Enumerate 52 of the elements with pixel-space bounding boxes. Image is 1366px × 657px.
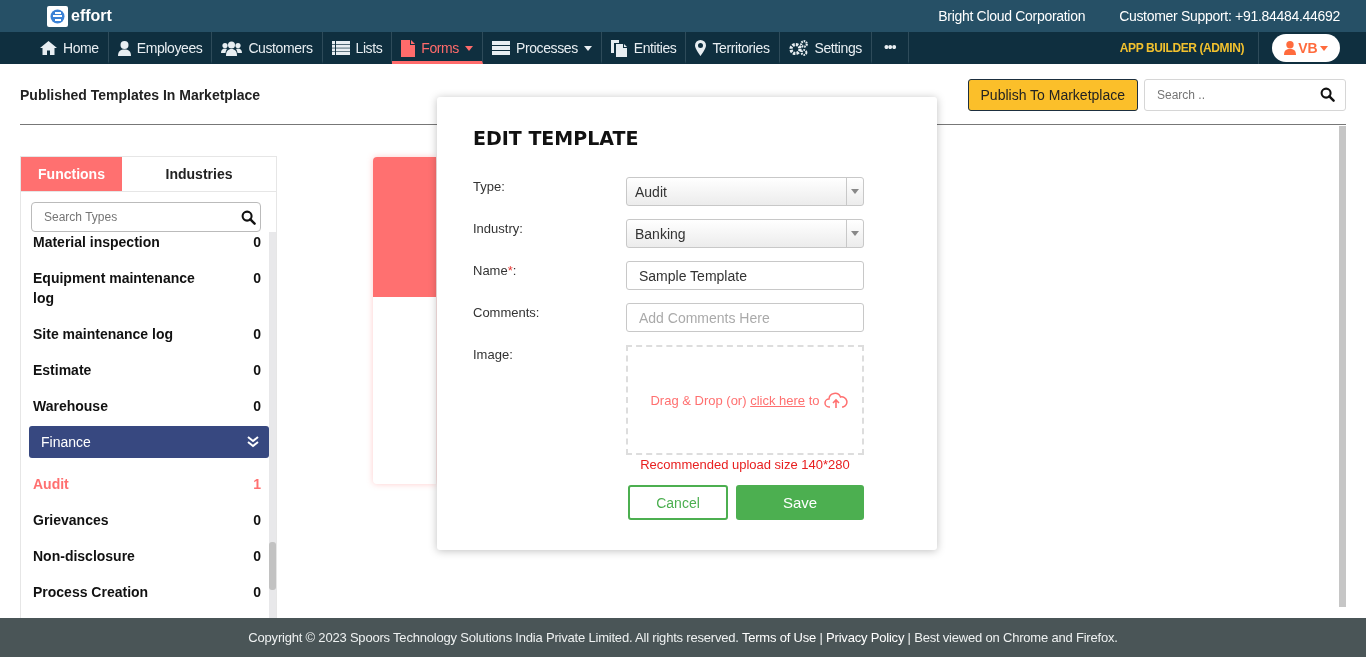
search-field[interactable]: Search Types bbox=[31, 202, 261, 232]
type-item[interactable]: Grievances 0 bbox=[29, 510, 269, 530]
footer-link[interactable]: Terms of Use bbox=[741, 630, 817, 645]
template-card[interactable] bbox=[373, 157, 436, 484]
app-name: effort bbox=[71, 7, 112, 25]
copyright-text: Copyright © 2023 Spoors Technology Solutions India Private Limited. All rights reserved. Terms of Use | Privacy Policy | Best viewed on Chrome and Firefox. bbox=[248, 630, 1118, 645]
home-icon bbox=[40, 41, 57, 55]
field-label: Name*: bbox=[473, 262, 518, 278]
type-item[interactable]: Site maintenance log 0 bbox=[29, 324, 269, 344]
settings-icon bbox=[788, 40, 809, 56]
type-item[interactable]: Process Creation 0 bbox=[29, 582, 269, 602]
company-name: Bright Cloud Corporation bbox=[938, 8, 1086, 24]
caret-icon bbox=[851, 231, 859, 236]
double-chevron-down-icon bbox=[247, 436, 259, 448]
type-item[interactable]: Estimate 0 bbox=[29, 360, 269, 380]
search-icon bbox=[1320, 87, 1335, 102]
category-header[interactable]: Finance bbox=[29, 426, 269, 458]
list-icon bbox=[331, 41, 350, 55]
type-item[interactable]: Warehouse 0 bbox=[29, 396, 269, 416]
cloud-upload-icon bbox=[823, 391, 848, 409]
map-pin-icon bbox=[695, 40, 707, 56]
type-item[interactable]: Equipment maintenance log 0 bbox=[29, 268, 269, 308]
caret-icon bbox=[1319, 45, 1328, 51]
user-icon bbox=[1284, 41, 1297, 55]
text-field[interactable]: Sample Template bbox=[626, 261, 864, 290]
type-item[interactable]: Non-disclosure 0 bbox=[29, 546, 269, 566]
support-phone: Customer Support: +91.84484.44692 bbox=[1119, 8, 1340, 24]
logo-icon bbox=[47, 5, 68, 27]
text-field[interactable]: Add Comments Here bbox=[626, 303, 864, 332]
caret-icon bbox=[851, 189, 859, 194]
scrollbar[interactable] bbox=[1339, 126, 1346, 607]
footer-link[interactable]: Privacy Policy bbox=[826, 630, 905, 645]
copy-icon bbox=[610, 39, 628, 57]
scrollbar-thumb[interactable] bbox=[269, 542, 276, 590]
user-icon bbox=[117, 40, 131, 56]
search-icon bbox=[241, 209, 256, 225]
search-field[interactable]: Search .. bbox=[1144, 78, 1346, 111]
publish-button[interactable]: Publish To Marketplace bbox=[967, 78, 1138, 111]
field-label: Image: bbox=[473, 346, 514, 362]
dialog-title: EDIT TEMPLATE bbox=[473, 127, 640, 149]
server-icon bbox=[491, 41, 510, 55]
users-icon bbox=[221, 40, 243, 56]
upload-size-note: Recommended upload size 140*280 bbox=[639, 457, 851, 472]
select-field[interactable]: Banking bbox=[626, 219, 864, 248]
select-field[interactable]: Audit bbox=[626, 177, 864, 206]
field-label: Type: bbox=[473, 178, 506, 194]
file-icon bbox=[401, 39, 416, 57]
page-title: Published Templates In Marketplace bbox=[20, 86, 261, 103]
field-label: Comments: bbox=[473, 304, 541, 320]
type-item[interactable]: Material inspection 0 bbox=[29, 232, 269, 252]
field-label: Industry: bbox=[473, 220, 524, 236]
upload-hint: Drag & Drop (or) click here to bbox=[650, 392, 820, 408]
